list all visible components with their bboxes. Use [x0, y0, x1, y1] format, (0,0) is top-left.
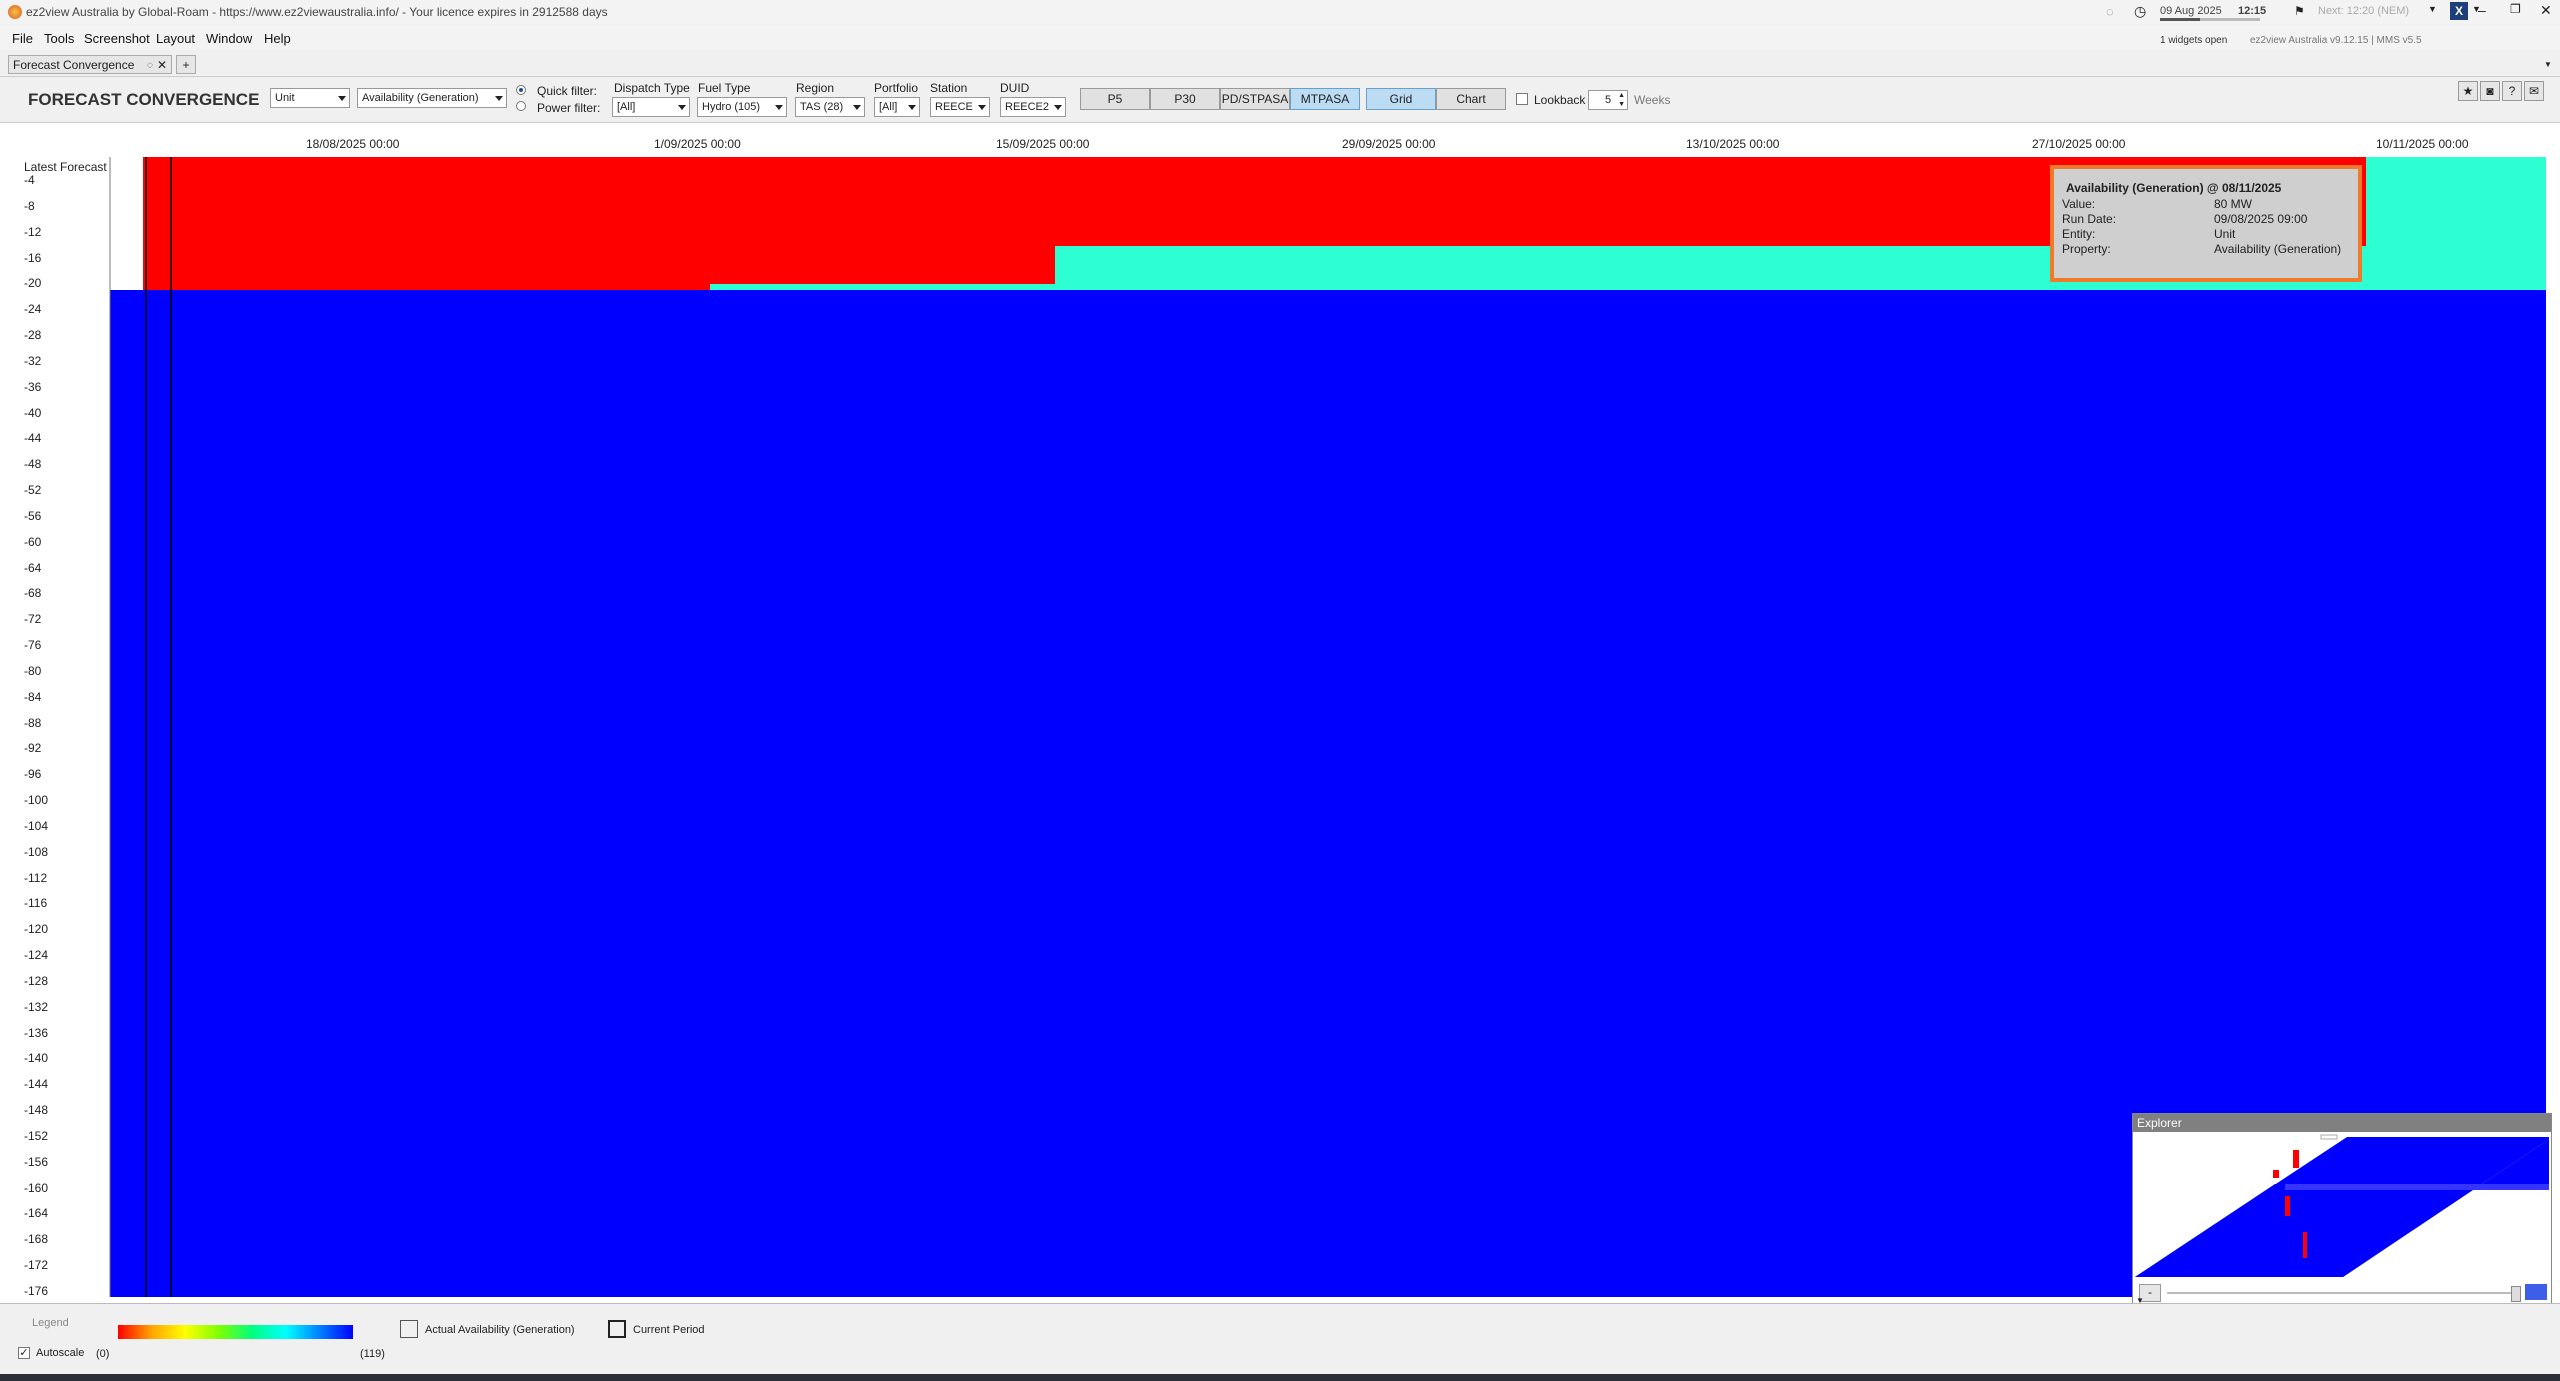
explorer-panel[interactable]: Explorer -	[2132, 1113, 2552, 1305]
minimap-red-mark	[2285, 1196, 2290, 1216]
tooltip-property: Availability (Generation)	[2214, 242, 2342, 256]
explorer-zoom-track[interactable]	[2167, 1292, 2517, 1294]
tooltip-entity-label: Entity:	[2062, 227, 2096, 241]
tooltip-run-date: 09/08/2025 09:00	[2214, 212, 2308, 226]
legend-min: (0)	[96, 1348, 110, 1360]
current-period-label: Current Period	[633, 1324, 705, 1336]
minimap-red-mark	[2303, 1232, 2307, 1258]
tooltip-entity: Unit	[2214, 227, 2236, 241]
autoscale-label: Autoscale	[36, 1347, 85, 1359]
minimap-viewport	[2320, 1134, 2338, 1140]
explorer-zoom-handle[interactable]	[2511, 1286, 2521, 1302]
explorer-zoom-in-button[interactable]	[2525, 1284, 2547, 1300]
tooltip-title: Availability (Generation) @ 08/11/2025	[2066, 181, 2282, 195]
tooltip-run-date-label: Run Date:	[2062, 212, 2117, 226]
minimap-red-mark	[2293, 1150, 2299, 1168]
actual-availability-label: Actual Availability (Generation)	[425, 1324, 575, 1336]
current-period-swatch	[608, 1320, 626, 1338]
tooltip-value-label: Value:	[2062, 197, 2096, 211]
heatmap-empty-region	[110, 157, 143, 290]
minimap-band	[2285, 1184, 2549, 1190]
taskbar-strip	[0, 1374, 2560, 1381]
minimap-red-mark	[2273, 1170, 2279, 1178]
actual-availability-swatch	[400, 1320, 418, 1338]
explorer-title: Explorer	[2133, 1114, 2551, 1132]
legend-max: (119)	[360, 1348, 385, 1360]
value-tooltip: Availability (Generation) @ 08/11/2025 V…	[2050, 165, 2362, 282]
explorer-minimap[interactable]	[2135, 1134, 2549, 1284]
tooltip-property-label: Property:	[2062, 242, 2111, 256]
legend-title: Legend	[32, 1317, 69, 1329]
legend-color-scale	[118, 1325, 353, 1339]
tooltip-value: 80 MW	[2214, 197, 2253, 211]
autoscale-checkbox[interactable]: ✓	[18, 1347, 30, 1359]
legend-panel: Legend ✓ Autoscale (0) (119) Actual Avai…	[0, 1303, 2560, 1376]
